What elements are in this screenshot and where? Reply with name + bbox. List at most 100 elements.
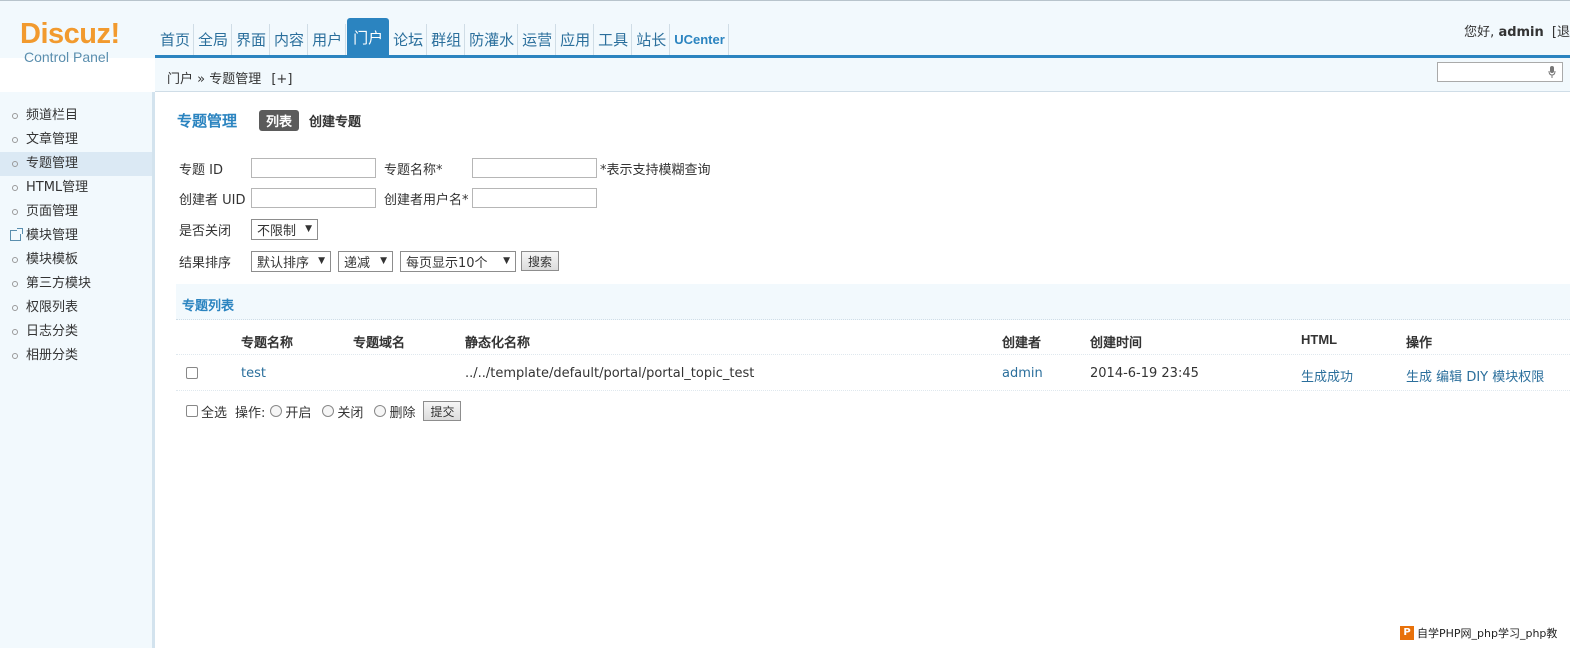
sort-select[interactable]: 默认排序 ▼ [251,250,331,272]
add-shortcut-link[interactable]: [+] [271,72,292,87]
creator-name-input[interactable] [472,188,597,208]
filter-row-closed: 是否关闭 不限制 ▼ [179,218,318,240]
search-button[interactable]: 搜索 [521,251,560,271]
block-permission-link[interactable]: 模块权限 [1492,370,1544,385]
tab-create-topic[interactable]: 创建专题 [309,111,361,130]
closed-select-value: 不限制 [257,223,297,239]
breadcrumb-path[interactable]: 门户 » 专题管理 [167,72,261,87]
nav-content[interactable]: 内容 [271,24,309,56]
nav-forum[interactable]: 论坛 [390,24,428,56]
nav-plugin[interactable]: 应用 [557,24,595,56]
perpage-select[interactable]: 每页显示10个 ▼ [400,250,516,272]
sidebar-item-album-categories[interactable]: 相册分类 [0,344,152,368]
creator-uid-label: 创建者 UID [179,192,246,208]
bullet-icon [12,161,18,167]
bullet-icon [12,305,18,311]
user-info: 您好, admin [退 [1464,21,1570,40]
row-checkbox[interactable] [186,367,198,379]
order-select[interactable]: 递减 ▼ [338,250,393,272]
delete-radio[interactable] [374,405,387,417]
bullet-icon [12,113,18,119]
nav-founder[interactable]: 站长 [633,24,671,56]
bullet-icon [12,353,18,359]
col-topic-name: 专题名称 [241,336,294,351]
sidebar-item-label: 页面管理 [26,204,79,219]
nav-tools[interactable]: 工具 [595,24,633,56]
nav-group[interactable]: 群组 [428,24,466,56]
logout-link[interactable]: [退 [1552,25,1570,40]
select-all-checkbox[interactable] [186,405,198,417]
open-radio[interactable] [270,405,283,417]
nav-home[interactable]: 首页 [157,24,195,56]
sidebar-item-blocks[interactable]: 模块管理 [0,224,152,248]
section-title: 专题列表 [182,299,235,314]
sidebar-item-label: 权限列表 [26,300,79,315]
select-all-label[interactable]: 全选 [201,402,227,421]
operation-label: 操作: [235,405,266,421]
col-actions: 操作 [1406,336,1433,351]
close-label[interactable]: 关闭 [337,402,363,421]
nav-user[interactable]: 用户 [309,24,347,56]
sidebar-item-html[interactable]: HTML管理 [0,176,152,200]
diy-link[interactable]: DIY [1466,370,1488,385]
header: Discuz! Control Panel 首页 全局 界面 内容 用户 门户 … [0,0,1570,65]
creator-link[interactable]: admin [1002,366,1043,381]
sidebar-item-label: HTML管理 [26,180,89,195]
bullet-icon [12,209,18,215]
top-nav: 首页 全局 界面 内容 用户 门户 论坛 群组 防灌水 运营 应用 工具 站长 … [157,18,730,58]
microphone-icon[interactable] [1548,66,1556,78]
nav-extended[interactable]: 运营 [519,24,557,56]
bulk-actions: 全选 操作: 开启 关闭 删除 提交 [186,401,462,421]
open-label[interactable]: 开启 [285,402,311,421]
sidebar-item-articles[interactable]: 文章管理 [0,128,152,152]
sidebar-item-blog-categories[interactable]: 日志分类 [0,320,152,344]
row-actions: 生成 编辑 DIY 模块权限 [1406,366,1544,385]
topic-name-input[interactable] [472,158,597,178]
main-content: 专题管理 列表 创建专题 专题 ID 专题名称* *表示支持模糊查询 创建者 U… [158,92,1570,648]
page-header: 专题管理 列表 创建专题 [177,110,361,131]
sidebar-item-label: 模块模板 [26,252,79,267]
nav-global[interactable]: 全局 [195,24,233,56]
nav-style[interactable]: 界面 [233,24,271,56]
sidebar-item-label: 专题管理 [26,156,79,171]
col-created-time: 创建时间 [1090,336,1143,351]
html-status-link[interactable]: 生成成功 [1301,366,1353,385]
sidebar-item-label: 相册分类 [26,348,79,363]
filter-row-creator: 创建者 UID 创建者用户名* [179,187,597,209]
topic-id-input[interactable] [251,158,376,178]
nav-ucenter[interactable]: UCenter [671,24,729,56]
delete-label[interactable]: 删除 [389,402,415,421]
close-radio[interactable] [322,405,335,417]
submit-button[interactable]: 提交 [423,401,462,421]
nav-safe[interactable]: 防灌水 [466,24,519,56]
generate-link[interactable]: 生成 [1406,370,1432,385]
sidebar-item-permissions[interactable]: 权限列表 [0,296,152,320]
sort-select-value: 默认排序 [257,255,310,271]
edit-link[interactable]: 编辑 [1436,370,1462,385]
dropdown-arrow-icon: ▼ [503,256,510,266]
sidebar-item-label: 日志分类 [26,324,79,339]
sidebar-item-third-party[interactable]: 第三方模块 [0,272,152,296]
closed-select[interactable]: 不限制 ▼ [251,218,318,240]
topic-name-label: 专题名称* [384,162,443,178]
divider [176,390,1570,391]
search-input[interactable] [1437,62,1563,82]
sidebar-item-topics[interactable]: 专题管理 [0,152,152,176]
breadcrumb: 门户 » 专题管理 [+] [167,68,292,87]
sort-label: 结果排序 [179,255,232,271]
bullet-icon [12,329,18,335]
creator-uid-input[interactable] [251,188,376,208]
sidebar-item-pages[interactable]: 页面管理 [0,200,152,224]
sidebar-item-block-templates[interactable]: 模块模板 [0,248,152,272]
sidebar-item-label: 文章管理 [26,132,79,147]
topic-list-header: 专题列表 [176,284,1570,320]
sidebar-item-channels[interactable]: 频道栏目 [0,104,152,128]
created-time-cell: 2014-6-19 23:45 [1090,366,1199,381]
nav-portal[interactable]: 门户 [347,18,390,58]
username: admin [1498,25,1544,40]
logo[interactable]: Discuz! Control Panel [20,19,150,65]
topic-name-link[interactable]: test [241,366,266,381]
site-logo-icon: P [1400,626,1414,640]
sidebar-item-label: 频道栏目 [26,108,79,123]
tab-list[interactable]: 列表 [259,110,300,131]
